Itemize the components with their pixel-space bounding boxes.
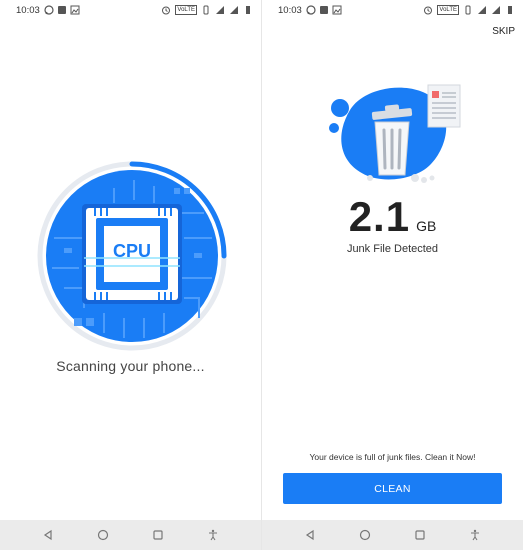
square-icon: [319, 6, 328, 14]
gallery-icon: [70, 5, 80, 15]
clean-button[interactable]: CLEAN: [283, 473, 502, 504]
scanning-status-text: Scanning your phone...: [56, 358, 205, 374]
skip-button[interactable]: SKIP: [492, 26, 515, 37]
accessibility-icon[interactable]: [468, 528, 482, 542]
battery-icon: [508, 6, 512, 14]
vibrate-icon: [465, 5, 471, 15]
alarm-icon: [424, 6, 433, 15]
status-time: 10:03: [278, 4, 302, 16]
whatsapp-icon: [306, 5, 316, 15]
trash-illustration: [320, 80, 470, 190]
home-icon[interactable]: [96, 528, 110, 542]
status-time: 10:03: [16, 4, 40, 16]
back-icon[interactable]: [41, 528, 55, 542]
status-bar: 10:03 VoLTE: [0, 0, 261, 20]
alarm-icon: [162, 6, 171, 15]
accessibility-icon[interactable]: [206, 528, 220, 542]
volte-icon: VoLTE: [175, 5, 197, 15]
signal-icon: [230, 6, 238, 14]
whatsapp-icon: [44, 5, 54, 15]
cpu-scan-graphic: CPU: [34, 158, 230, 354]
signal-icon: [216, 6, 224, 14]
home-icon[interactable]: [358, 528, 372, 542]
status-bar: 10:03 VoLTE: [262, 0, 523, 20]
recents-icon[interactable]: [151, 528, 165, 542]
junk-size-unit: GB: [416, 218, 437, 234]
junk-size-value: 2.1: [348, 193, 411, 240]
gallery-icon: [332, 5, 342, 15]
junk-size-readout: 2.1 GB: [262, 196, 523, 238]
signal-icon: [478, 6, 486, 14]
square-icon: [57, 6, 66, 14]
junk-warning-text: Your device is full of junk files. Clean…: [309, 452, 476, 462]
navigation-bar: [262, 520, 523, 550]
back-icon[interactable]: [303, 528, 317, 542]
signal-icon: [492, 6, 500, 14]
volte-icon: VoLTE: [437, 5, 459, 15]
battery-icon: [246, 6, 250, 14]
cpu-chip-label: CPU: [112, 241, 151, 261]
junk-detected-label: Junk File Detected: [346, 243, 439, 255]
navigation-bar: [0, 520, 261, 550]
junk-detected-screen: 10:03 VoLTE SKIP 2.1 GB Junk File Detect…: [262, 0, 523, 550]
recents-icon[interactable]: [413, 528, 427, 542]
scanning-screen: 10:03 VoLTE CPU Scanning your phone...: [0, 0, 261, 550]
vibrate-icon: [203, 5, 209, 15]
trash-can-icon: [329, 84, 461, 183]
